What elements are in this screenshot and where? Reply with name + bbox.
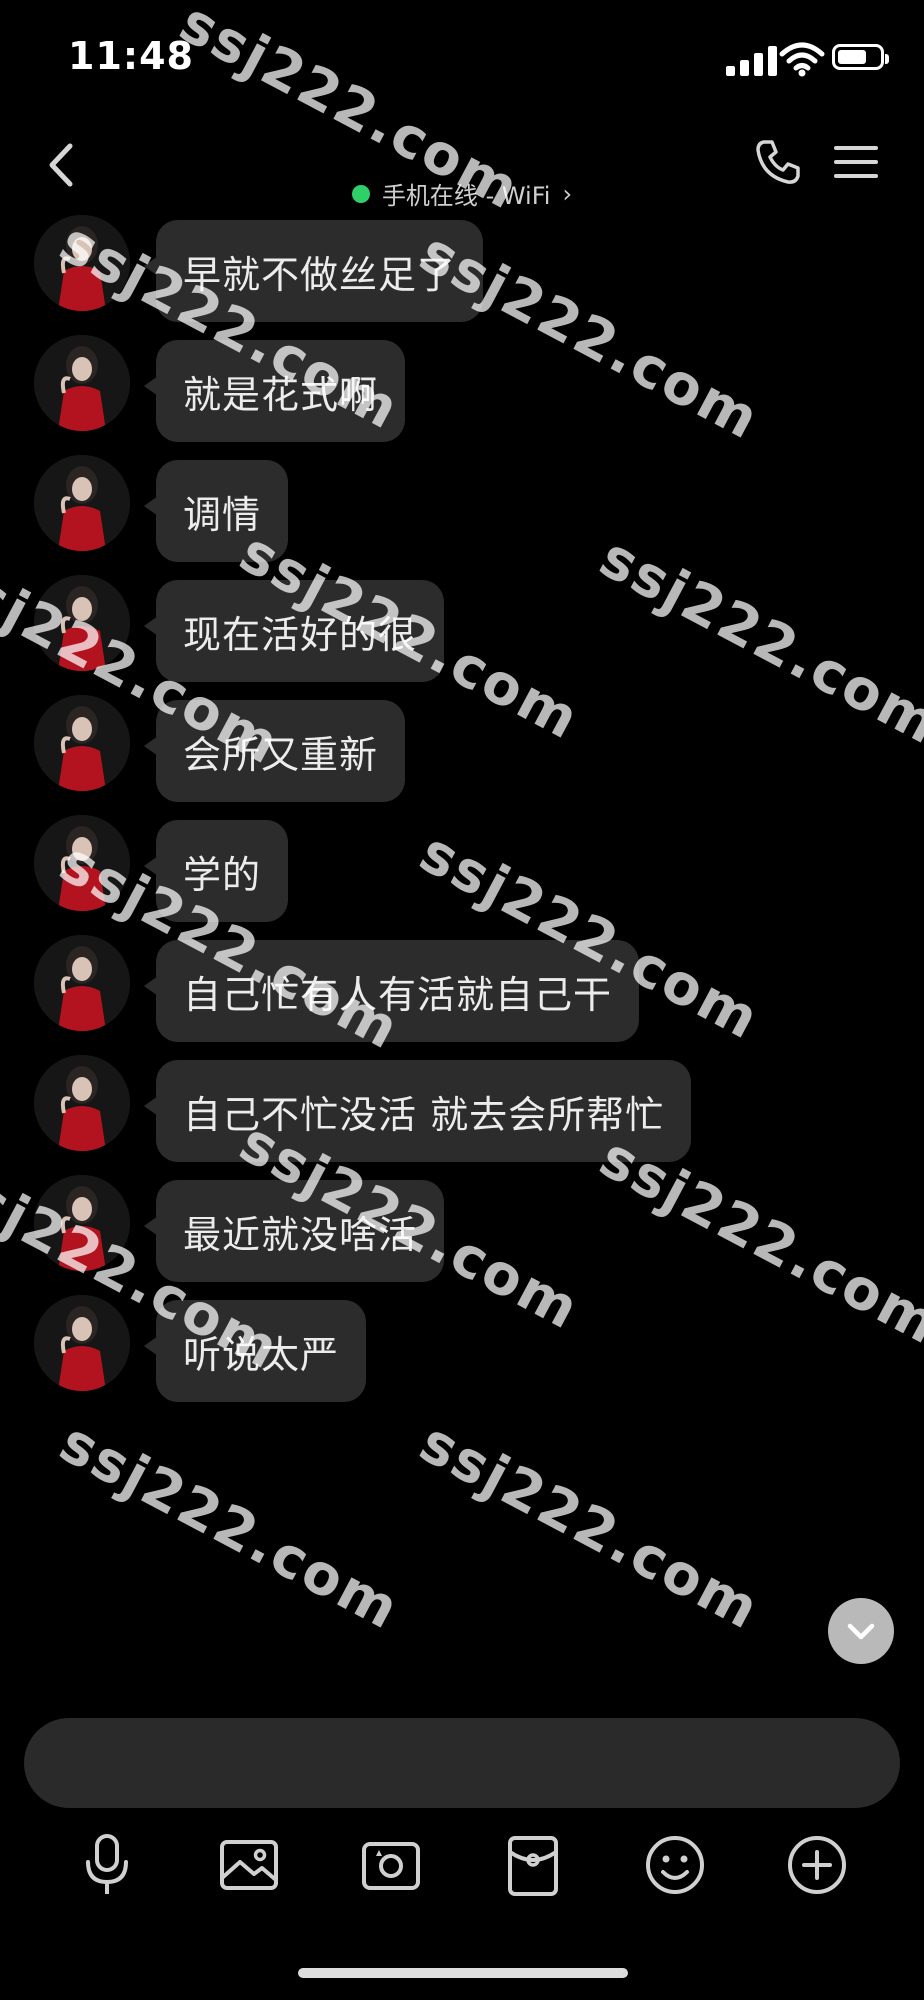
contact-avatar[interactable] bbox=[34, 935, 130, 1031]
watermark-text: ssj222.com bbox=[49, 1410, 411, 1643]
message-bubble[interactable]: 早就不做丝足了 bbox=[143, 220, 484, 322]
contact-avatar[interactable] bbox=[34, 215, 130, 311]
contact-avatar[interactable] bbox=[34, 335, 130, 431]
red-packet-icon[interactable] bbox=[498, 1830, 568, 1900]
message-bubble[interactable]: 现在活好的很 bbox=[143, 580, 445, 682]
image-icon[interactable] bbox=[214, 1830, 284, 1900]
camera-icon[interactable] bbox=[356, 1830, 426, 1900]
plus-icon[interactable] bbox=[782, 1830, 852, 1900]
phone-icon[interactable] bbox=[752, 136, 804, 188]
wifi-icon bbox=[779, 42, 825, 77]
contact-avatar[interactable] bbox=[34, 1055, 130, 1151]
status-bar: 11:48 bbox=[0, 0, 924, 110]
chevron-right-icon: › bbox=[562, 179, 573, 208]
home-indicator bbox=[298, 1968, 628, 1978]
contact-avatar[interactable] bbox=[34, 695, 130, 791]
microphone-icon[interactable] bbox=[72, 1830, 142, 1900]
presence-text: 手机在线 - WiFi bbox=[381, 182, 551, 210]
scroll-to-bottom-button[interactable] bbox=[828, 1598, 894, 1664]
message-bubble[interactable]: 就是花式啊 bbox=[143, 340, 406, 442]
battery-level bbox=[838, 50, 866, 64]
message-bubble[interactable]: 学的 bbox=[143, 820, 289, 922]
battery-icon bbox=[832, 44, 889, 70]
contact-avatar[interactable] bbox=[34, 1295, 130, 1391]
message-bubble[interactable]: 自己不忙没活 就去会所帮忙 bbox=[143, 1060, 692, 1162]
input-toolbar bbox=[0, 1820, 924, 1910]
contact-avatar[interactable] bbox=[34, 455, 130, 551]
message-bubble[interactable]: 最近就没啥活 bbox=[143, 1180, 445, 1282]
contact-avatar[interactable] bbox=[34, 575, 130, 671]
menu-icon[interactable] bbox=[832, 142, 880, 182]
watermark-text: ssj222.com bbox=[589, 525, 924, 758]
chevron-down-icon bbox=[847, 1623, 875, 1640]
online-status-dot bbox=[351, 184, 370, 203]
message-bubble[interactable]: 听说太严 bbox=[143, 1300, 367, 1402]
watermark-text: ssj222.com bbox=[409, 1410, 771, 1643]
contact-avatar[interactable] bbox=[34, 1175, 130, 1271]
message-bubble[interactable]: 调情 bbox=[143, 460, 289, 562]
message-bubble[interactable]: 自己忙有人有活就自己干 bbox=[143, 940, 640, 1042]
signal-icon bbox=[726, 42, 786, 76]
message-input[interactable] bbox=[24, 1718, 900, 1808]
emoji-icon[interactable] bbox=[640, 1830, 710, 1900]
contact-avatar[interactable] bbox=[34, 815, 130, 911]
chat-header: 手机在线 - WiFi › bbox=[0, 110, 924, 210]
status-time: 11:48 bbox=[68, 34, 194, 78]
message-bubble[interactable]: 会所又重新 bbox=[143, 700, 406, 802]
